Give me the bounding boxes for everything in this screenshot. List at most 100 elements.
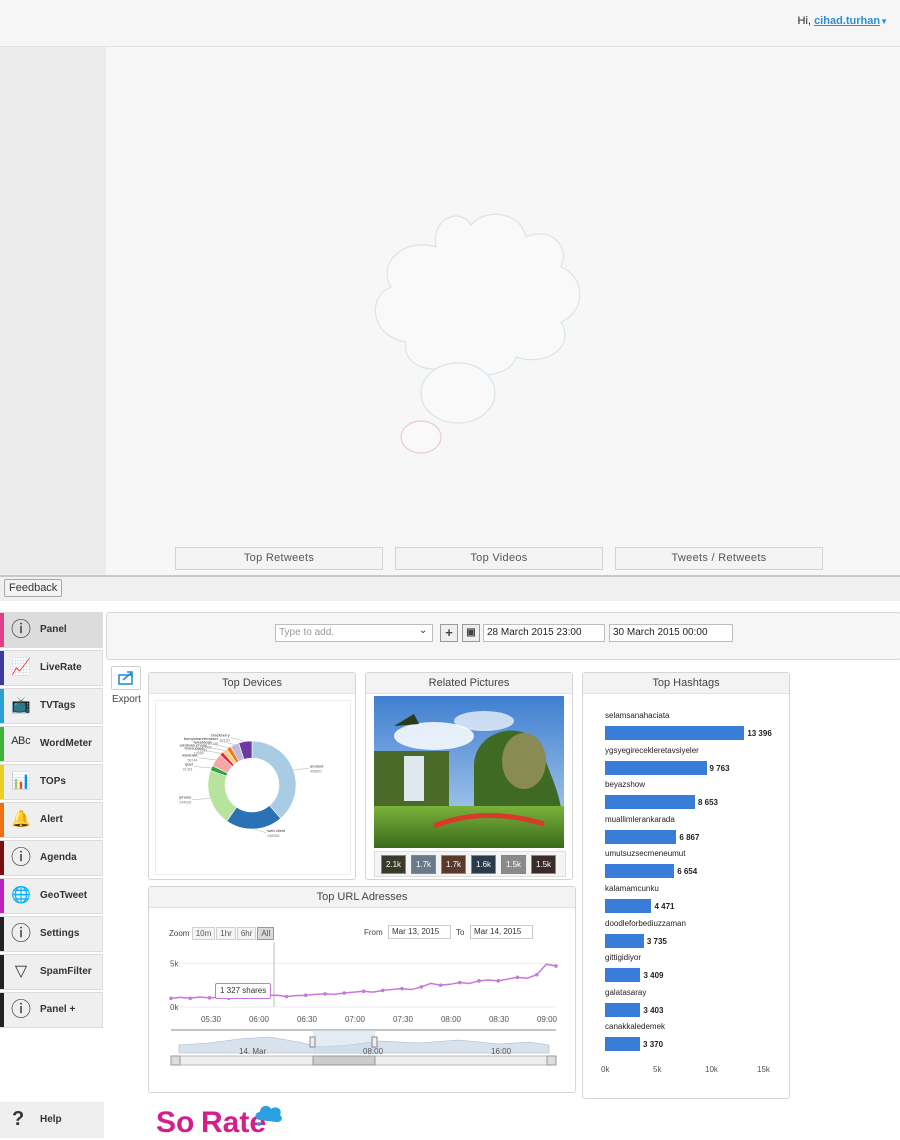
hashtag-bar[interactable] — [605, 726, 745, 740]
chevron-down-icon[interactable]: ⌄ — [419, 625, 427, 636]
feedback-button[interactable]: Feedback — [4, 579, 63, 597]
series-point — [188, 996, 193, 1001]
hashtag-bar[interactable] — [605, 760, 707, 775]
hashtag-bar[interactable] — [605, 933, 644, 948]
hashtag-bar[interactable] — [605, 864, 675, 879]
greeting-text: Hi, — [797, 15, 811, 27]
date-to-field[interactable]: 30 March 2015 00:00 — [609, 624, 733, 642]
hashtag-bar[interactable] — [605, 1002, 641, 1017]
hashtag-label: selamsanahaciata — [605, 711, 670, 720]
picture-thumbnail[interactable]: 1.5k — [531, 855, 556, 874]
hashtag-bar[interactable] — [605, 795, 695, 810]
scrollbar-thumb — [312, 1055, 376, 1066]
tv-icon: 📺 — [11, 697, 31, 714]
hashtag-bar[interactable] — [605, 829, 677, 844]
featured-picture[interactable] — [374, 696, 564, 848]
x-tick-label: 08:00 — [441, 1015, 462, 1024]
add-tag-button[interactable]: + — [440, 624, 458, 642]
x-tick-label: 06:30 — [297, 1015, 318, 1024]
sidebar-item-label: Help — [40, 1114, 62, 1125]
donut-slice — [207, 769, 237, 822]
sidebar-item-liverate[interactable]: 📈 LiveRate — [0, 650, 103, 686]
hashtag-label: beyazshow — [605, 780, 646, 790]
sidebar-item-agenda[interactable]: ⓘ Agenda — [0, 840, 103, 876]
sidebar-color-bar — [0, 993, 4, 1027]
sidebar-item-settings[interactable]: ⓘ Settings — [0, 916, 103, 952]
donut-slice-value: 456601 — [310, 769, 322, 773]
series-point — [554, 964, 558, 968]
sidebar-item-tops[interactable]: 📊 TOPs — [0, 764, 103, 800]
info-circle-icon: ⓘ — [11, 619, 31, 641]
sidebar-item-label: SpamFilter — [40, 966, 92, 977]
navigator-left-handle — [309, 1036, 316, 1048]
picture-thumbnail[interactable]: 1.7k — [411, 855, 436, 874]
x-tick-label: 0k — [601, 1065, 610, 1074]
series-point — [457, 980, 462, 985]
tag-input[interactable]: Type to add. — [275, 624, 433, 642]
info-circle-icon: ⓘ — [11, 847, 31, 869]
donut-leader-line — [192, 798, 211, 800]
picture-thumbnail[interactable]: 1.6k — [471, 855, 496, 874]
sidebar-item-label: WordMeter — [40, 738, 93, 749]
sidebar-item-help[interactable]: ? Help — [0, 1102, 104, 1138]
info-circle-icon: ⓘ — [11, 999, 31, 1021]
series-point — [419, 985, 424, 989]
hashtag-label: doodleforbediuzzaman — [605, 918, 686, 928]
sidebar-item-wordmeter[interactable]: ᴬᴮᶜ WordMeter — [0, 726, 103, 762]
sidebar-item-alert[interactable]: 🔔 Alert — [0, 802, 103, 838]
donut-leader-line — [254, 828, 267, 834]
donut-slice-value: 19900 — [202, 745, 212, 749]
bell-icon: 🔔 — [11, 811, 31, 828]
sidebar-item-label: TOPs — [40, 776, 66, 787]
tab-tweets-retweets[interactable]: Tweets / Retweets — [615, 547, 823, 570]
sidebar-item-panel[interactable]: ⓘ Panel — [0, 612, 103, 648]
picture-thumbnail[interactable]: 2.1k — [381, 855, 406, 874]
sidebar-item-label: Panel + — [40, 1004, 76, 1015]
save-icon[interactable]: ▣ — [462, 624, 480, 642]
navigator-label: 16:00 — [491, 1047, 512, 1056]
hashtag-value-label: 13 396 — [747, 729, 772, 738]
logo-cloud-icon — [255, 1105, 282, 1126]
tab-top-videos[interactable]: Top Videos — [395, 547, 603, 570]
sidebar-item-geotweet[interactable]: 🌐 GeoTweet — [0, 878, 103, 914]
donut-slice-value: 246956 — [267, 834, 279, 838]
hashtag-bar[interactable] — [605, 1037, 641, 1052]
hashtag-bar[interactable] — [605, 968, 641, 983]
series-point — [169, 996, 173, 1001]
series-point — [515, 975, 520, 980]
sidebar-color-bar — [0, 727, 4, 761]
username-link[interactable]: cihad.turhan — [814, 15, 880, 27]
picture-thumbnail[interactable]: 1.5k — [501, 855, 526, 874]
x-tick-label: 15k — [757, 1065, 770, 1074]
sidebar-item-panel[interactable]: ⓘ Panel + — [0, 992, 103, 1028]
x-tick-label: 06:00 — [249, 1015, 270, 1024]
hashtags-bar-chart: selamsanahaciata 13 396 ygsyegireceklеreta… — [583, 673, 789, 1098]
x-tick-label: 05:30 — [201, 1015, 222, 1024]
date-from-field[interactable]: 28 March 2015 23:00 — [483, 624, 605, 642]
sidebar-color-bar — [0, 613, 4, 647]
hashtag-value-label: 9 763 — [709, 763, 730, 773]
user-menu-caret-icon[interactable]: ▼ — [880, 17, 888, 26]
thumbnail-strip: 2.1k 1.7k 1.7k 1.6k 1.5k 1.5k — [374, 851, 566, 877]
picture-thumbnail[interactable]: 1.7k — [441, 855, 466, 874]
empty-state-area — [106, 47, 900, 575]
sidebar-item-label: TVTags — [40, 700, 76, 711]
hashtag-value-label: 3 735 — [646, 936, 667, 946]
tab-top-retweets[interactable]: Top Retweets — [175, 547, 383, 570]
navigator-right-handle — [371, 1036, 378, 1048]
hashtag-label: muallimlerankarada — [605, 814, 675, 824]
hashtag-label: galatasaray — [605, 987, 647, 997]
series-point — [361, 989, 366, 994]
sidebar-item-tvtags[interactable]: 📺 TVTags — [0, 688, 103, 724]
export-button[interactable] — [111, 666, 141, 690]
series-point — [438, 983, 443, 987]
x-tick-label: 10k — [705, 1065, 718, 1074]
hashtag-label: gittigidiyor — [605, 953, 642, 963]
hashtag-value-label: 8 653 — [697, 798, 719, 808]
sidebar-item-spamfilter[interactable]: ▽ SpamFilter — [0, 954, 103, 990]
bar-trend-icon: 📊 — [11, 773, 31, 790]
hashtag-bar[interactable] — [605, 899, 652, 913]
sidebar-item-label: LiveRate — [40, 662, 82, 673]
x-tick-label: 07:30 — [393, 1015, 414, 1024]
series-point — [477, 979, 481, 983]
